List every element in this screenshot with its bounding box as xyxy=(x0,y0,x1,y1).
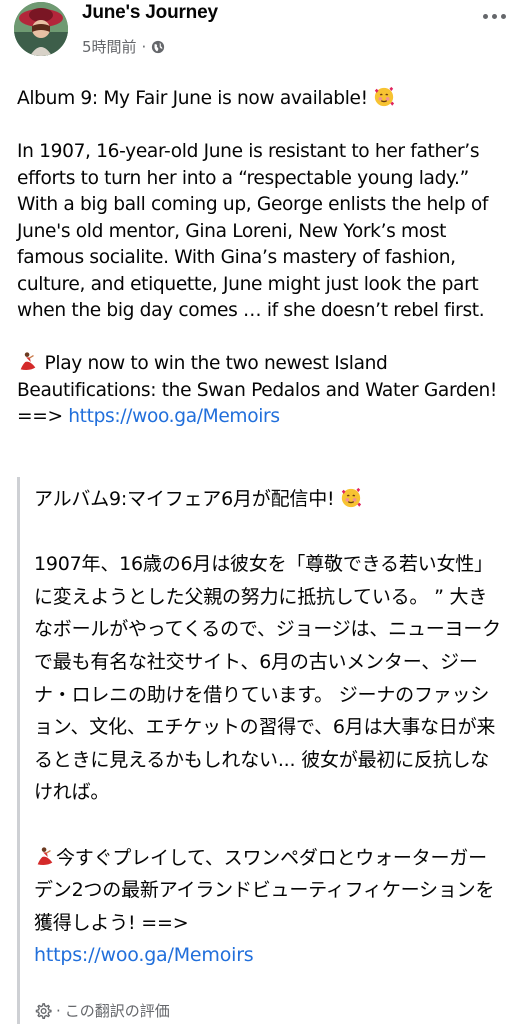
post-paragraph: In 1907, 16-year-old June is resistant t… xyxy=(17,141,494,321)
meta-separator: · xyxy=(141,37,147,56)
post-meta: 5時間前 · xyxy=(82,36,165,57)
post-link[interactable]: https://woo.ga/Memoirs xyxy=(68,406,280,427)
translation-block: アルバム9:マイフェア6月が配信中! 1907年、16歳の6月は彼女を「尊敬でき… xyxy=(17,477,518,1024)
post-timestamp[interactable]: 5時間前 xyxy=(82,36,137,57)
post-text: Album 9: My Fair June is now available! … xyxy=(17,86,513,431)
dancer-icon xyxy=(37,846,53,865)
rate-translation-row[interactable]: · この翻訳の評価 xyxy=(34,1000,170,1021)
translation-text: アルバム9:マイフェア6月が配信中! 1907年、16歳の6月は彼女を「尊敬でき… xyxy=(34,483,504,972)
translation-title-line: アルバム9:マイフェア6月が配信中! xyxy=(34,483,504,516)
post-header: June's Journey 5時間前 · xyxy=(0,0,526,70)
gear-icon xyxy=(35,1002,52,1019)
more-options-button[interactable] xyxy=(474,4,514,28)
page-name[interactable]: June's Journey xyxy=(82,2,218,24)
page-avatar[interactable] xyxy=(14,2,68,56)
post-title-line: Album 9: My Fair June is now available! xyxy=(17,86,513,113)
more-dots-icon xyxy=(482,13,488,19)
smiling-face-with-hearts-icon xyxy=(342,487,362,508)
smiling-face-with-hearts-icon xyxy=(375,86,395,107)
dancer-icon xyxy=(20,352,36,370)
translation-paragraph: 1907年、16歳の6月は彼女を「尊敬できる若い女性」に変えようとした父親の努力… xyxy=(34,553,501,804)
rate-translation-label[interactable]: この翻訳の評価 xyxy=(65,1000,170,1021)
rate-separator: · xyxy=(56,1001,61,1020)
translation-cta: 今すぐプレイして、スワンペダロとウォーターガーデン2つの最新アイランドビューティ… xyxy=(34,846,495,967)
translation-link[interactable]: https://woo.ga/Memoirs xyxy=(34,944,254,966)
post-cta: Play now to win the two newest Island Be… xyxy=(17,352,503,427)
globe-icon xyxy=(152,40,165,53)
